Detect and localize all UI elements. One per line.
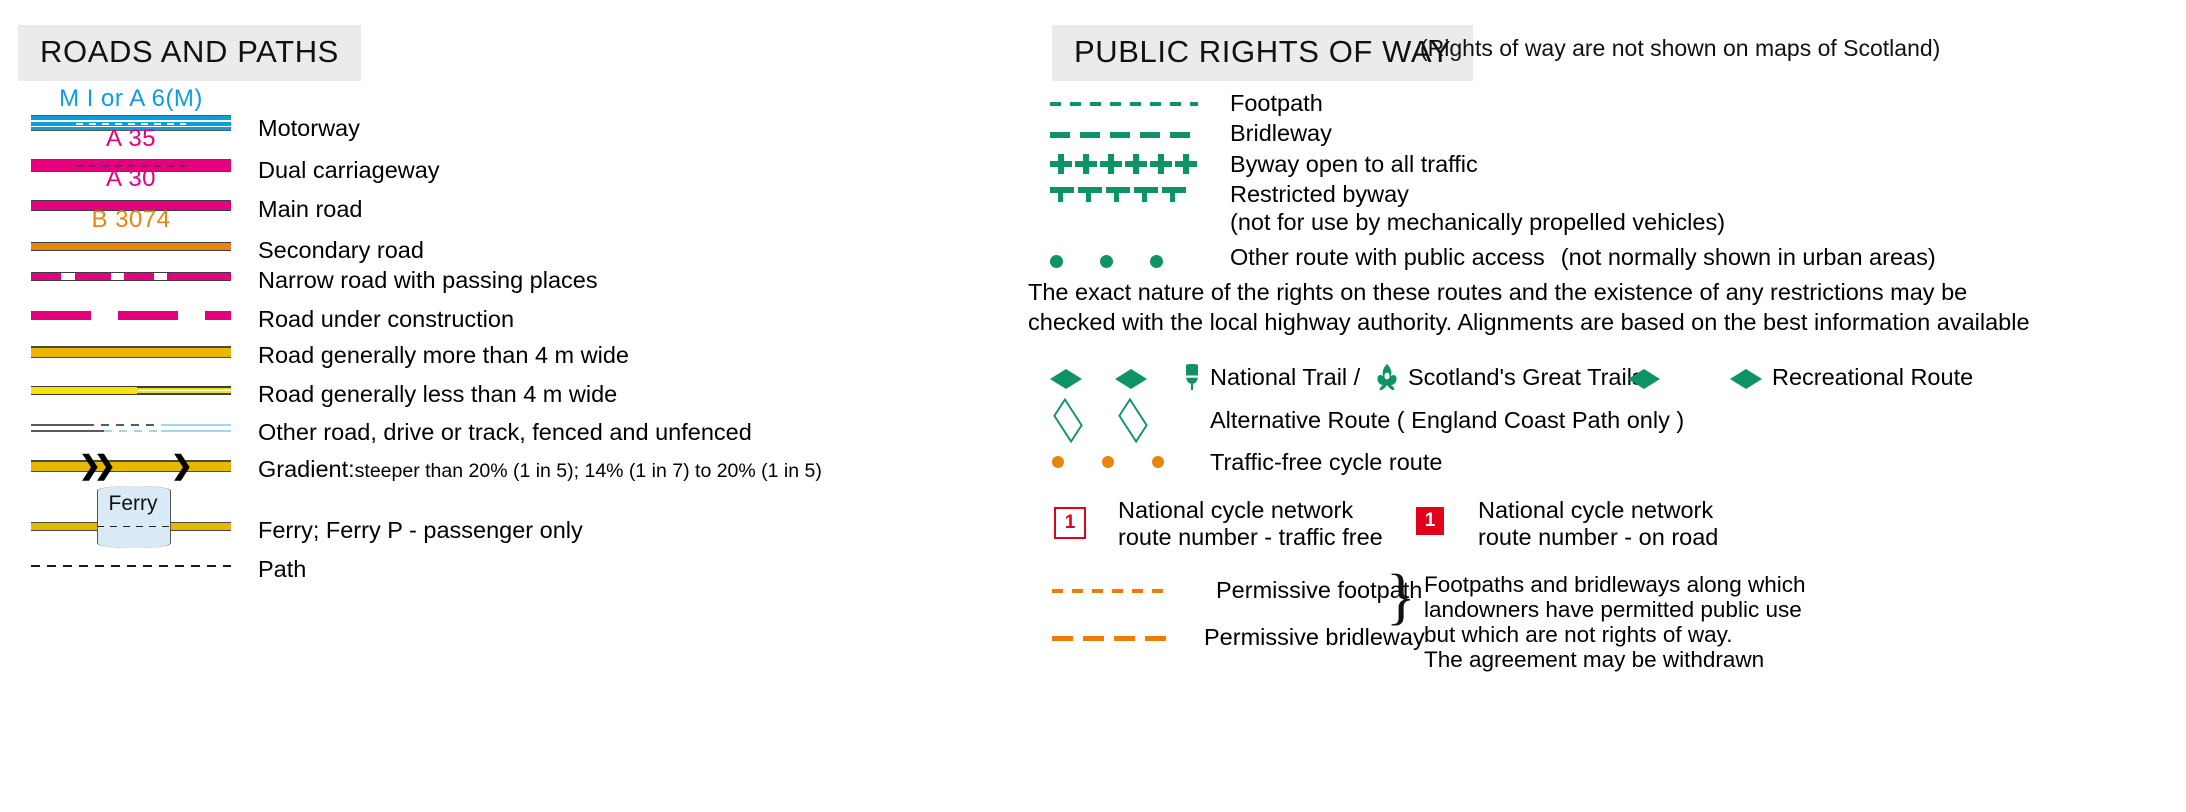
legend-row-gradient: ❯ ❯ ❯ Gradient:steeper than 20% (1 in 5)… <box>0 448 1020 492</box>
bridleway-label: Bridleway <box>1230 120 1332 146</box>
permissive-note-line-2: landowners have permitted public use <box>1424 597 1802 622</box>
other-route-dot-2 <box>1100 255 1113 268</box>
path-symbol <box>31 548 231 582</box>
national-trail-diamond-2 <box>1115 369 1147 389</box>
narrow-road-label: Narrow road with passing places <box>258 267 598 293</box>
cycle-network-on-road-badge: 1 <box>1416 507 1444 535</box>
legend-row-cycle-network-traffic-free: 1 National cycle network route number - … <box>1020 495 2186 555</box>
prow-header-wrap: PUBLIC RIGHTS OF WAY <box>1052 25 1474 81</box>
path-label: Path <box>258 556 307 582</box>
road-less-than-4m-label: Road generally less than 4 m wide <box>258 381 618 407</box>
legend-row-narrow-road: Narrow road with passing places <box>0 258 1020 298</box>
public-rights-of-way-panel: PUBLIC RIGHTS OF WAY (Rights of way are … <box>1020 0 2186 812</box>
permissive-note-line-4: The agreement may be withdrawn <box>1424 647 1765 672</box>
restricted-byway-symbol <box>1050 185 1200 212</box>
road-more-than-4m-label: Road generally more than 4 m wide <box>258 342 629 368</box>
footpath-symbol <box>1050 102 1198 106</box>
scotlands-great-trails-icon <box>1377 364 1397 391</box>
legend-row-ferry: Ferry Ferry; Ferry P - passenger only <box>0 486 1020 548</box>
ferry-badge-label: Ferry <box>108 492 158 515</box>
traffic-free-cycle-dot-2 <box>1102 456 1114 468</box>
permissive-footpath-label: Permissive footpath <box>1216 577 1423 603</box>
roads-section-header: ROADS AND PATHS <box>18 25 361 81</box>
recreational-route-diamond-1 <box>1628 369 1660 389</box>
alternative-route-diamond-2 <box>1118 397 1148 444</box>
other-route-label: Other route with public access (not norma… <box>1230 244 1936 271</box>
byway-label: Byway open to all traffic <box>1230 151 1478 177</box>
national-trail-label: National Trail / <box>1210 364 1361 390</box>
footpath-label: Footpath <box>1230 90 1323 116</box>
permissive-note-line-1: Footpaths and bridleways along which <box>1424 572 1806 597</box>
roads-and-paths-panel: ROADS AND PATHS M I or A 6(M) Motorway A… <box>0 0 1020 812</box>
legend-row-traffic-free-cycle: Traffic-free cycle route <box>1020 443 2186 483</box>
byway-plus-icon <box>1050 154 1197 174</box>
other-route-label-note: (not normally shown in urban areas) <box>1560 244 1936 270</box>
gradient-chevron-moderate: ❯ <box>171 450 193 480</box>
cycle-network-traffic-free-line-1: National cycle network <box>1118 497 1354 523</box>
legend-row-permissive: Permissive footpath Permissive bridleway… <box>1020 566 2186 700</box>
gradient-symbol: ❯ ❯ ❯ <box>31 448 231 482</box>
ferry-label: Ferry; Ferry P - passenger only <box>258 517 583 543</box>
permissive-bridleway-label: Permissive bridleway <box>1204 624 1425 650</box>
permissive-footpath-symbol <box>1052 589 1172 593</box>
legend-row-road-more-than-4m: Road generally more than 4 m wide <box>0 334 1020 374</box>
ferry-symbol: Ferry <box>31 486 231 548</box>
recreational-route-diamond-2 <box>1730 369 1762 389</box>
traffic-free-cycle-dot-3 <box>1152 456 1164 468</box>
prow-paragraph-line-2: checked with the local highway authority… <box>1028 309 2030 335</box>
cycle-network-traffic-free-line-2: route number - traffic free <box>1118 524 1383 550</box>
acorn-icon <box>1185 363 1199 390</box>
prow-paragraph-line-1: The exact nature of the rights on these … <box>1028 279 1968 305</box>
alternative-route-diamond-1 <box>1053 397 1083 444</box>
national-trail-diamond-1 <box>1050 369 1082 389</box>
traffic-free-cycle-dot-1 <box>1052 456 1064 468</box>
roads-header-wrap: ROADS AND PATHS <box>18 25 361 81</box>
legend-row-other-road-track: Other road, drive or track, fenced and u… <box>0 410 1020 450</box>
recreational-route-label: Recreational Route <box>1772 364 1974 390</box>
permissive-note-line-3: but which are not rights of way. <box>1424 622 1733 647</box>
gradient-label-detail: steeper than 20% (1 in 5); 14% (1 in 7) … <box>354 460 822 482</box>
other-route-label-main: Other route with public access <box>1230 244 1545 270</box>
road-under-construction-symbol <box>31 297 231 331</box>
traffic-free-cycle-label: Traffic-free cycle route <box>1210 449 1443 475</box>
cycle-network-on-road-line-1: National cycle network <box>1478 497 1714 523</box>
gradient-label: Gradient:steeper than 20% (1 in 5); 14% … <box>258 456 822 484</box>
road-more-than-4m-symbol <box>31 334 231 368</box>
legend-row-road-under-construction: Road under construction <box>0 297 1020 337</box>
legend-row-secondary-road: B 3074 Secondary road <box>0 206 1020 263</box>
prow-header-note: (Rights of way are not shown on maps of … <box>1420 35 1941 61</box>
legend-row-national-trail: National Trail / Scotland's Great Trails… <box>1020 355 2186 401</box>
legend-row-path: Path <box>0 548 1020 588</box>
other-road-track-symbol <box>31 410 231 444</box>
gradient-chevron-steep-2: ❯ <box>94 450 116 480</box>
legend-row-road-less-than-4m: Road generally less than 4 m wide <box>0 372 1020 412</box>
other-route-dot-3 <box>1150 255 1163 268</box>
cycle-network-traffic-free-badge: 1 <box>1054 507 1086 539</box>
road-under-construction-label: Road under construction <box>258 306 515 332</box>
other-route-dot-1 <box>1050 255 1063 268</box>
secondary-road-symbol <box>31 228 231 262</box>
other-road-track-label: Other road, drive or track, fenced and u… <box>258 419 752 445</box>
restricted-byway-icon <box>1050 187 1186 202</box>
bridleway-symbol <box>1050 132 1198 138</box>
scotlands-great-trails-label: Scotland's Great Trails <box>1408 364 1644 390</box>
narrow-road-symbol <box>31 258 231 292</box>
restricted-byway-sublabel: (not for use by mechanically propelled v… <box>1230 209 1726 235</box>
alternative-route-label: Alternative Route ( England Coast Path o… <box>1210 407 1685 433</box>
permissive-brace: } <box>1386 563 1416 631</box>
byway-symbol <box>1050 152 1200 183</box>
restricted-byway-label: Restricted byway <box>1230 181 1409 207</box>
prow-section-header: PUBLIC RIGHTS OF WAY <box>1052 25 1474 81</box>
legend-row-alternative-route: Alternative Route ( England Coast Path o… <box>1020 397 2186 444</box>
road-less-than-4m-symbol <box>31 372 231 406</box>
cycle-network-on-road-line-2: route number - on road <box>1478 524 1719 550</box>
permissive-bridleway-symbol <box>1052 636 1172 641</box>
gradient-label-lead: Gradient: <box>258 456 355 482</box>
